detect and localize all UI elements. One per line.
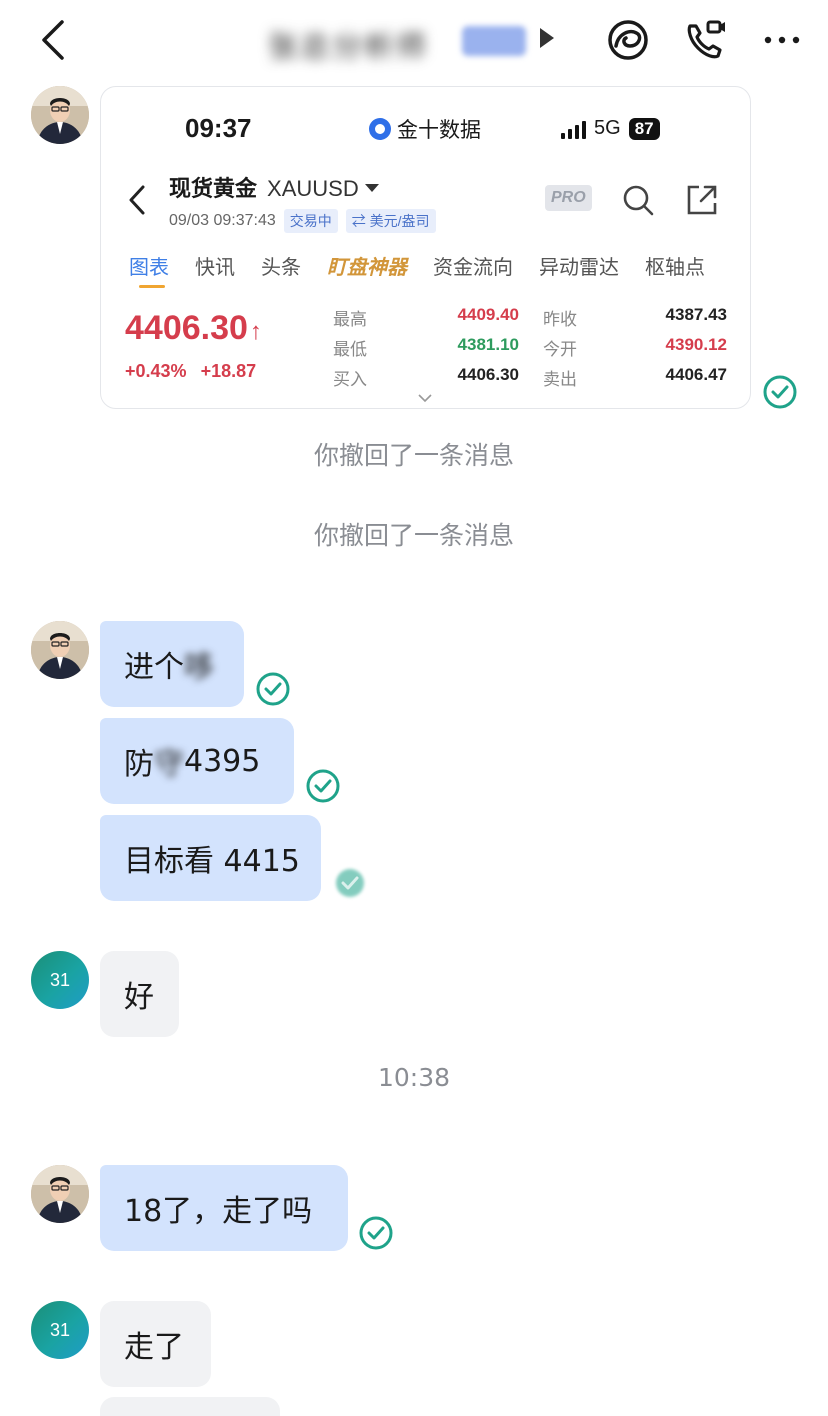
tab-fund-flow: 资金流向	[433, 255, 513, 279]
recall-notice: 你撤回了一条消息	[313, 441, 514, 470]
high-value: 4409.40	[457, 305, 519, 324]
open-value: 4390.12	[665, 335, 727, 354]
tab-watch-tool: 盯盘神器	[327, 255, 407, 279]
quote-datetime: 09/03 09:37:43	[169, 212, 276, 229]
prev-close-label: 昨收	[543, 310, 577, 329]
person-avatar-icon	[31, 1165, 89, 1223]
message-bubble-partial[interactable]	[100, 1397, 280, 1416]
chat-header: 张总分析师	[0, 0, 828, 80]
avatar-contact[interactable]: 31	[31, 951, 89, 1009]
avatar-me[interactable]	[31, 1165, 89, 1223]
change-percent: +0.43%	[125, 361, 187, 381]
prev-close-value: 4387.43	[665, 305, 727, 324]
tab-flash: 快讯	[195, 255, 235, 279]
current-price: 4406.30↑	[125, 309, 262, 348]
trading-status-pill: 交易中	[283, 209, 338, 233]
sell-label: 卖出	[543, 370, 577, 389]
message-bubble[interactable]: 进个哆	[100, 621, 244, 707]
arrow-up-icon: ↑	[249, 318, 262, 345]
low-value: 4381.10	[457, 335, 519, 354]
status-indicators: 5G 87	[561, 117, 660, 140]
message-bubble[interactable]: 18了，走了吗	[100, 1165, 348, 1251]
person-avatar-icon	[31, 621, 89, 679]
app-logo-icon	[369, 118, 391, 140]
message-text-blurred: 守	[154, 747, 184, 782]
message-text: 防	[124, 747, 154, 782]
low-label: 最低	[333, 340, 367, 359]
chevron-left-icon	[42, 20, 64, 60]
instrument-symbol: XAUUSD	[267, 176, 359, 201]
moments-button[interactable]	[604, 16, 652, 64]
message-text: 目标看 4415	[124, 844, 300, 879]
caret-down-icon	[364, 184, 379, 192]
stock-screenshot-image[interactable]: 09:37 金十数据 5G 87 现货黄金 XAUUSD 09/03 09:37:…	[100, 86, 751, 409]
signal-icon	[561, 119, 586, 139]
quote-datetime-row: 09/03 09:37:43 交易中 ⇄ 美元/盎司	[169, 209, 436, 233]
instrument-name: 现货黄金	[169, 177, 258, 202]
contact-tag-blurred	[462, 26, 526, 56]
high-label: 最高	[333, 310, 367, 329]
contact-name-blurred: 张总分析师	[268, 30, 428, 65]
buy-value: 4406.30	[457, 365, 519, 384]
instrument-title: 现货黄金 XAUUSD	[169, 171, 379, 203]
contact-name[interactable]: 张总分析师	[262, 18, 562, 65]
message-text: 4395	[184, 743, 261, 779]
message-text: 好	[124, 980, 154, 1015]
read-check-icon	[256, 672, 290, 706]
read-check-icon	[336, 869, 364, 897]
message-bubble[interactable]: 走了	[100, 1301, 211, 1387]
buy-label: 买入	[333, 370, 367, 389]
change-absolute: +18.87	[200, 361, 257, 381]
message-text: 走了	[124, 1330, 184, 1365]
price-change: +0.43% +18.87	[125, 361, 256, 382]
avatar-contact[interactable]: 31	[31, 1301, 89, 1359]
network-type: 5G	[594, 117, 621, 139]
search-icon	[623, 185, 654, 216]
recall-notice: 你撤回了一条消息	[313, 521, 514, 550]
tab-headlines: 头条	[261, 255, 301, 279]
call-button[interactable]	[680, 16, 728, 64]
chevron-down-icon	[418, 394, 432, 403]
read-check-icon	[306, 769, 340, 803]
battery-level: 87	[628, 117, 660, 140]
pro-badge: PRO	[545, 185, 592, 211]
more-icon	[764, 36, 800, 44]
currency-pill: ⇄ 美元/盎司	[345, 209, 436, 233]
quote-tabs: 图表 快讯 头条 盯盘神器 资金流向 异动雷达 枢轴点	[129, 251, 705, 288]
app-indicator: 金十数据	[369, 114, 481, 144]
back-button[interactable]	[34, 18, 74, 62]
message-text-blurred: 哆	[184, 650, 214, 685]
tab-radar: 异动雷达	[539, 255, 619, 279]
avatar-me[interactable]	[31, 621, 89, 679]
sell-value: 4406.47	[665, 365, 727, 384]
message-bubble[interactable]: 好	[100, 951, 179, 1037]
message-text: 18了，走了吗	[124, 1194, 313, 1229]
tab-pivot: 枢轴点	[645, 255, 705, 279]
read-check-icon	[763, 375, 797, 409]
more-button[interactable]	[758, 16, 806, 64]
open-label: 今开	[543, 340, 577, 359]
avatar-me[interactable]	[31, 86, 89, 144]
timestamp: 10:38	[377, 1063, 451, 1092]
message-text: 进个	[124, 650, 184, 685]
chevron-left-icon	[129, 185, 145, 215]
status-time: 09:37	[185, 113, 252, 143]
caret-right-icon	[540, 28, 554, 48]
price-value: 4406.30	[125, 309, 248, 347]
app-name: 金十数据	[397, 118, 481, 142]
tab-chart: 图表	[129, 251, 169, 288]
moments-icon	[608, 20, 648, 60]
video-call-icon	[687, 20, 725, 59]
person-avatar-icon	[31, 86, 89, 144]
message-bubble[interactable]: 防守 4395	[100, 718, 294, 804]
share-icon	[687, 185, 717, 215]
message-bubble[interactable]: 目标看 4415	[100, 815, 321, 901]
read-check-icon	[359, 1216, 393, 1250]
